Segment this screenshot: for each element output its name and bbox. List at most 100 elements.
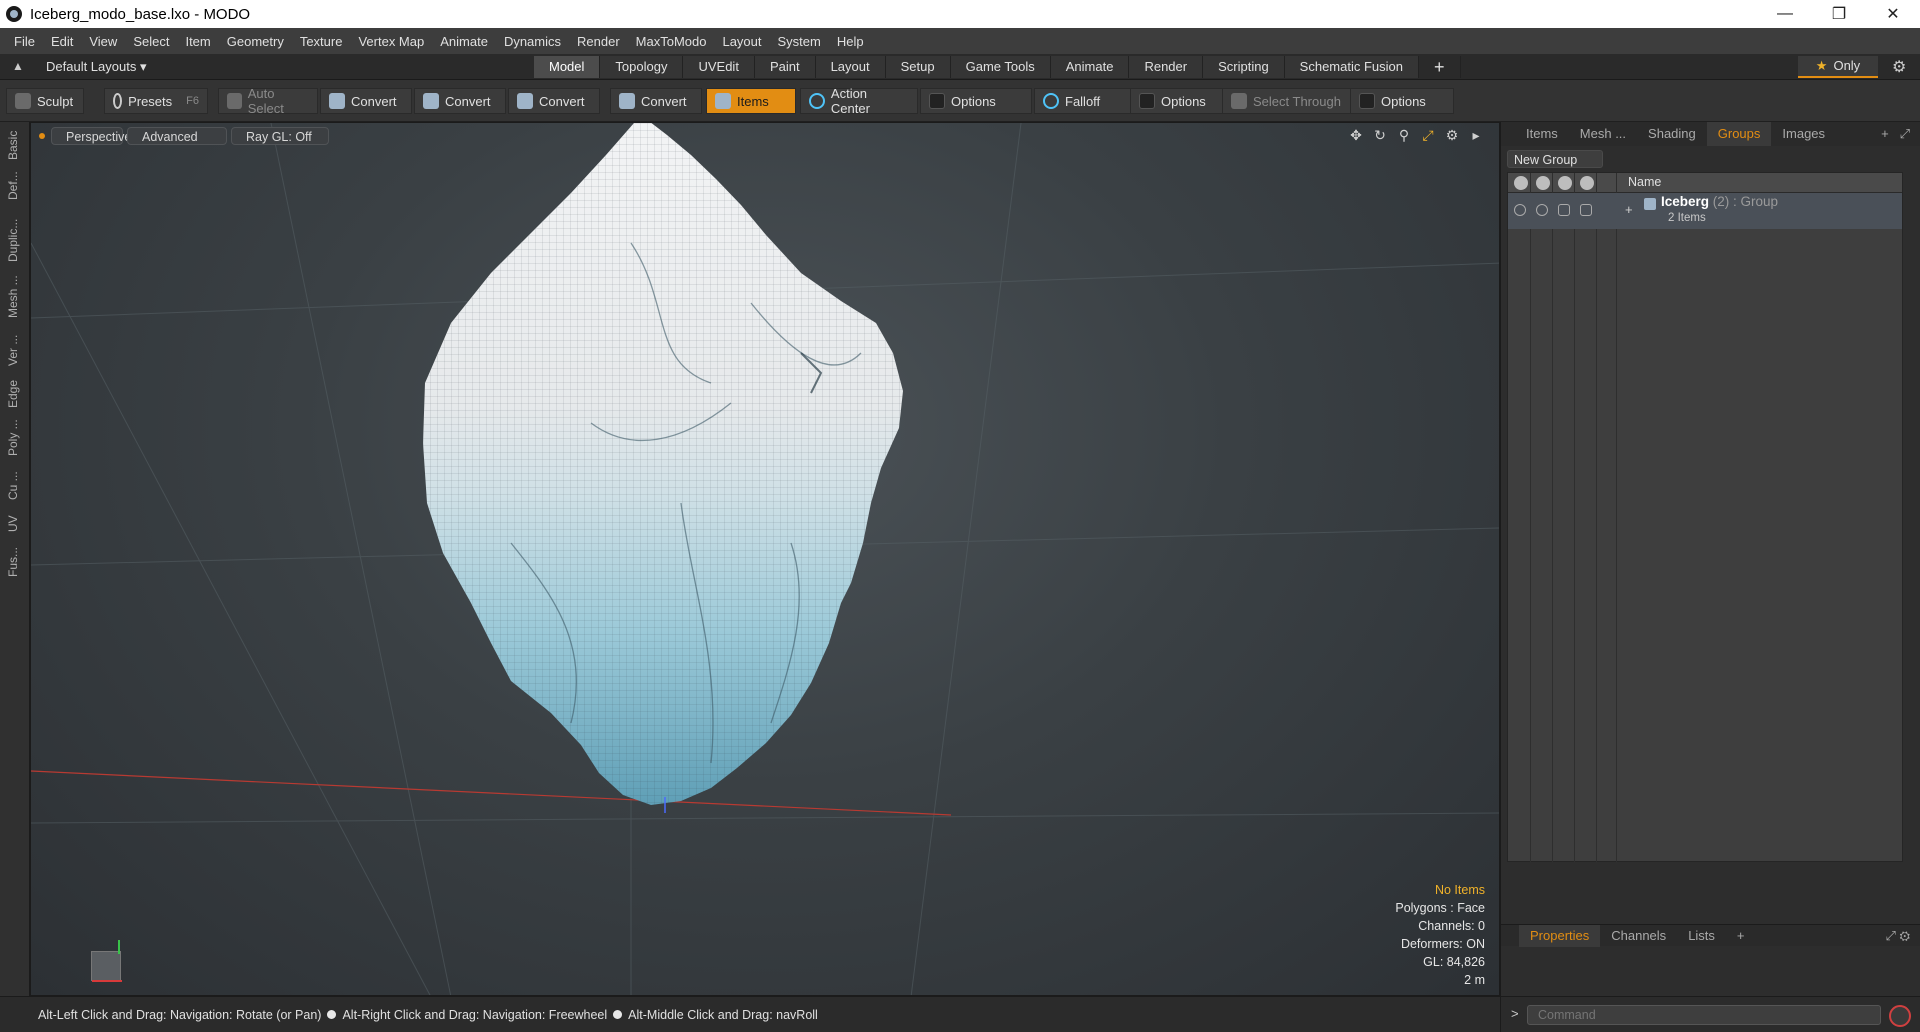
expand-icon[interactable]: + [1625, 202, 1633, 217]
tab-topology[interactable]: Topology [600, 56, 684, 78]
convert-button-4[interactable]: Convert [610, 88, 702, 114]
convert-button-3[interactable]: Convert [508, 88, 600, 114]
tab-scripting[interactable]: Scripting [1203, 56, 1285, 78]
select-icon[interactable] [1580, 176, 1594, 190]
action-center-button[interactable]: Action Center [800, 86, 918, 116]
tab-lists[interactable]: Lists [1677, 925, 1726, 947]
maximize-icon[interactable]: ⤢ [1419, 127, 1437, 144]
lock-icon[interactable] [1558, 176, 1572, 190]
left-tab-vertex[interactable]: Ver ... [6, 330, 24, 370]
menu-animate[interactable]: Animate [432, 34, 496, 49]
tab-animate[interactable]: Animate [1050, 56, 1130, 78]
left-tab-deform[interactable]: Def... [6, 166, 24, 206]
falloff-button[interactable]: Falloff [1034, 88, 1134, 114]
menu-view[interactable]: View [81, 34, 125, 49]
visibility-toggle-icon[interactable] [1514, 204, 1526, 216]
menu-help[interactable]: Help [829, 34, 872, 49]
add-properties-tab[interactable]: + [1726, 925, 1756, 947]
convert-button-1[interactable]: Convert [320, 88, 412, 114]
viewport-menu-dot[interactable] [39, 133, 45, 139]
items-mode-button[interactable]: Items [706, 88, 796, 114]
3d-viewport[interactable]: Perspective Advanced Ray GL: Off ✥ ↻ ⚲ ⤢… [30, 122, 1500, 996]
falloff-options-button[interactable]: Options [1130, 88, 1230, 114]
shading-dropdown[interactable]: Advanced [127, 127, 227, 145]
lock-toggle-icon[interactable] [1558, 204, 1570, 216]
pan-icon[interactable]: ✥ [1347, 127, 1365, 144]
title-bar: Iceberg_modo_base.lxo - MODO — ❐ ✕ [0, 0, 1920, 28]
convert-button-2[interactable]: Convert [414, 88, 506, 114]
only-button[interactable]: ★ Only [1798, 56, 1878, 78]
menu-render[interactable]: Render [569, 34, 628, 49]
select-through-button[interactable]: Select Through [1222, 88, 1354, 114]
left-tab-basic[interactable]: Basic [6, 128, 24, 162]
command-input[interactable] [1527, 1005, 1881, 1025]
group-row-iceberg[interactable]: + Iceberg (2) : Group 2 Items [1508, 193, 1902, 229]
auto-select-button[interactable]: Auto Select [218, 86, 318, 116]
tab-uvedit[interactable]: UVEdit [683, 56, 755, 78]
menu-maxtomodo[interactable]: MaxToModo [628, 34, 715, 49]
view-type-dropdown[interactable]: Perspective [51, 127, 131, 145]
tab-schematic-fusion[interactable]: Schematic Fusion [1284, 56, 1419, 78]
tab-channels[interactable]: Channels [1600, 925, 1677, 947]
left-tab-polygon[interactable]: Poly ... [6, 416, 24, 460]
expand-panel-icon[interactable]: ⤢ [1900, 126, 1910, 141]
restore-icon[interactable]: ❐ [1812, 0, 1866, 28]
select-through-options-button[interactable]: Options [1350, 88, 1454, 114]
add-tab-button[interactable]: + [1419, 56, 1461, 78]
raygl-toggle[interactable]: Ray GL: Off [231, 127, 329, 145]
zoom-icon[interactable]: ⚲ [1395, 127, 1413, 144]
left-tab-duplicate[interactable]: Duplic... [6, 214, 24, 266]
select-toggle-icon[interactable] [1580, 204, 1592, 216]
left-tab-curve[interactable]: Cu ... [6, 468, 24, 504]
left-tab-fusion[interactable]: Fus... [6, 542, 24, 582]
tab-shading[interactable]: Shading [1637, 122, 1707, 146]
left-tab-mesh[interactable]: Mesh ... [6, 272, 24, 322]
tab-groups[interactable]: Groups [1706, 122, 1772, 146]
falloff-label: Falloff [1065, 93, 1101, 109]
tab-setup[interactable]: Setup [885, 56, 951, 78]
tab-images[interactable]: Images [1771, 122, 1836, 146]
gear-icon[interactable]: ⚙ [1899, 928, 1910, 943]
iceberg-mesh [423, 123, 903, 805]
left-tab-edge[interactable]: Edge [6, 376, 24, 412]
sculpt-button[interactable]: Sculpt [6, 88, 84, 114]
tab-items[interactable]: Items [1515, 122, 1569, 146]
render-icon[interactable] [1536, 176, 1550, 190]
menu-select[interactable]: Select [125, 34, 177, 49]
layout-home-icon[interactable]: ▲ [12, 60, 24, 72]
command-history-button[interactable] [1889, 1005, 1911, 1027]
tab-layout[interactable]: Layout [815, 56, 886, 78]
rotate-icon[interactable]: ↻ [1371, 127, 1389, 144]
menu-item[interactable]: Item [177, 34, 218, 49]
tab-paint[interactable]: Paint [754, 56, 816, 78]
new-group-button[interactable]: New Group [1507, 150, 1603, 168]
menu-vertex-map[interactable]: Vertex Map [350, 34, 432, 49]
tab-model[interactable]: Model [534, 56, 601, 78]
default-layouts-dropdown[interactable]: Default Layouts ▾ [46, 59, 146, 75]
tab-render[interactable]: Render [1129, 56, 1204, 78]
menu-dynamics[interactable]: Dynamics [496, 34, 569, 49]
tab-game-tools[interactable]: Game Tools [950, 56, 1051, 78]
menu-layout[interactable]: Layout [714, 34, 769, 49]
left-tab-uv[interactable]: UV [6, 510, 24, 538]
tab-mesh[interactable]: Mesh ... [1569, 122, 1637, 146]
gear-icon[interactable]: ⚙ [1892, 57, 1906, 77]
expand-panel-icon[interactable]: ⤢ [1885, 928, 1895, 943]
render-toggle-icon[interactable] [1536, 204, 1548, 216]
menu-edit[interactable]: Edit [43, 34, 81, 49]
viewport-settings-icon[interactable]: ⚙ [1443, 127, 1461, 144]
minimize-icon[interactable]: — [1758, 0, 1812, 28]
menu-system[interactable]: System [770, 34, 829, 49]
visibility-icon[interactable] [1514, 176, 1528, 190]
tab-properties[interactable]: Properties [1519, 924, 1601, 947]
convert-label: Convert [641, 93, 687, 109]
add-tab-icon[interactable]: + [1881, 126, 1889, 141]
menu-file[interactable]: File [6, 34, 43, 49]
close-icon[interactable]: ✕ [1866, 0, 1920, 28]
viewport-more-icon[interactable]: ▸ [1467, 127, 1485, 144]
presets-button[interactable]: Presets F6 [104, 88, 208, 114]
x-axis-line [31, 770, 952, 816]
menu-texture[interactable]: Texture [292, 34, 351, 49]
action-center-options-button[interactable]: Options [920, 88, 1032, 114]
menu-geometry[interactable]: Geometry [219, 34, 292, 49]
